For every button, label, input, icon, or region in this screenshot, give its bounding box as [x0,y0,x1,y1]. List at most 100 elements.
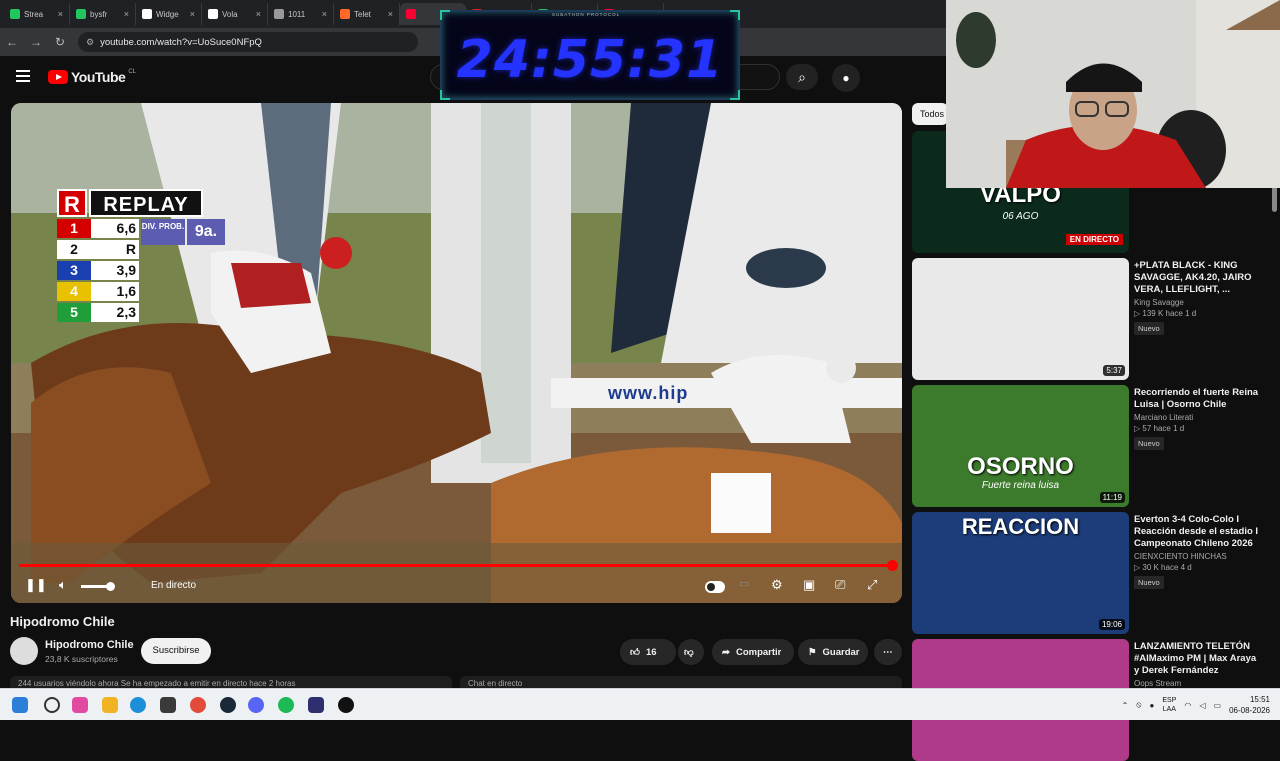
tab-close-icon[interactable]: × [58,9,63,19]
tab-close-icon[interactable]: × [388,9,393,19]
tab-favicon-icon [208,9,218,19]
obs-icon[interactable] [338,697,354,713]
timer-corner [730,90,740,100]
horse-number: 4 [57,282,91,301]
tab-close-icon[interactable]: × [190,9,195,19]
channel-avatar[interactable] [10,637,38,665]
description-box[interactable]: 244 usuarios viéndolo ahora Se ha empeza… [10,676,452,688]
player-controls: ❚❚ 🔈︎ En directo ▭ ⚙ ▣ ⎚ ⤢ [11,573,902,603]
video-title[interactable]: +PLATA BLACK - KING SAVAGGE, AK4.20, JAI… [1134,260,1260,296]
windows-taskbar: ⌃ ⦸ ● ESP LAA ◠ ◁ ▭ 15:51 06-08-2026 [0,688,1280,720]
subscribe-button[interactable]: Suscribirse [141,638,211,664]
live-label[interactable]: En directo [151,580,196,591]
cast-icon[interactable]: ⎚ [835,577,845,593]
discord-icon[interactable] [248,697,264,713]
video-player[interactable]: www.hip R REPLAY 1 6,6 2 R 3 3,9 4 1,6 5 2,3 DIV.… [11,103,902,603]
app-icon[interactable] [308,697,324,713]
store-icon[interactable] [160,697,176,713]
video-meta: LANZAMIENTO TELETÓN #AlMaximo PM | Max A… [1134,641,1260,688]
thumbnail-subtext: 06 AGO [1002,211,1039,222]
video-stats: ▷ 139 K hace 1 d [1134,309,1197,318]
steam-icon[interactable] [220,697,236,713]
save-button[interactable]: ⚑ Guardar [798,639,868,665]
youtube-logo[interactable]: YouTube CL [48,69,136,85]
horse-odds: 2,3 [91,303,139,322]
search-icon[interactable]: ⌕ [786,64,818,90]
live-badge: EN DIRECTO [1065,234,1123,245]
tray-mic-icon[interactable]: ● [1150,701,1155,710]
forward-icon[interactable]: → [24,35,48,49]
browser-tab[interactable]: bysfr × [70,3,136,25]
horse-odds: R [91,240,139,259]
address-bar[interactable]: ⚙ youtube.com/watch?v=UoSuce0NFpQ [78,32,418,52]
channel-name[interactable]: CIENXCIENTO HINCHAS [1134,552,1260,561]
progress-scrubber[interactable] [887,560,898,571]
fullscreen-icon[interactable]: ⤢ [867,577,877,593]
video-title[interactable]: LANZAMIENTO TELETÓN #AlMaximo PM | Max A… [1134,641,1260,677]
share-button[interactable]: ➦ Compartir [712,639,794,665]
autoplay-toggle[interactable] [705,581,725,593]
file-explorer-icon[interactable] [102,697,118,713]
search-icon[interactable] [44,697,60,713]
menu-icon[interactable] [16,70,30,82]
wifi-icon[interactable]: ◠ [1184,701,1191,710]
tray-chevron-icon[interactable]: ⌃ [1122,701,1129,710]
filter-chip-all[interactable]: Todos [912,103,948,125]
video-title[interactable]: Recorriendo el fuerte Reina Luisa | Osor… [1134,387,1260,411]
video-title[interactable]: Everton 3-4 Colo-Colo I Reacción desde e… [1134,514,1260,550]
channel-name[interactable]: King Savagge [1134,298,1260,307]
microphone-icon[interactable]: ● [832,64,860,92]
tab-close-icon[interactable]: × [322,9,327,19]
horse-number: 5 [57,303,91,322]
clock[interactable]: 15:51 06-08-2026 [1229,694,1270,716]
browser-tab[interactable]: 1011 × [268,3,334,25]
speaker-icon[interactable]: ◁ [1199,701,1205,710]
video-thumbnail[interactable]: REACCION 19:06 [912,512,1129,634]
reload-icon[interactable]: ↻ [48,35,72,49]
thumbs-down-icon: 👎︎ [684,647,694,658]
thumbnail-text: OSORNO [967,453,1074,480]
chrome-icon[interactable] [190,697,206,713]
edge-icon[interactable] [130,697,146,713]
battery-icon[interactable]: ▭ [1214,701,1222,710]
back-icon[interactable]: ← [0,35,24,49]
live-chat-panel[interactable]: Chat en directo [460,676,902,688]
volume-slider[interactable] [81,582,115,591]
video-thumbnail[interactable]: OSORNO Fuerte reina luisa 11:19 [912,385,1129,507]
scrollbar[interactable] [1272,186,1277,212]
channel-name[interactable]: Marciano Literati [1134,413,1260,422]
more-options-button[interactable]: ⋯ [874,639,902,665]
recommended-video[interactable]: 5:37 +PLATA BLACK - KING SAVAGGE, AK4.20,… [912,258,1262,380]
site-info-icon[interactable]: ⚙ [86,37,94,48]
volume-knob[interactable] [106,582,115,591]
tray-network-icon[interactable]: ⦸ [1136,700,1141,710]
language-indicator[interactable]: ESP LAA [1162,696,1176,714]
video-meta: +PLATA BLACK - KING SAVAGGE, AK4.20, JAI… [1134,260,1260,336]
spotify-icon[interactable] [278,697,294,713]
tab-close-icon[interactable]: × [124,9,129,19]
copilot-icon[interactable] [72,697,88,713]
tab-label: Strea [24,9,44,19]
channel-name[interactable]: Oops Stream [1134,679,1260,688]
windows-start-icon[interactable] [12,697,28,713]
video-frame [11,103,902,603]
subtitles-icon[interactable]: ▭ [739,577,749,590]
settings-icon[interactable]: ⚙ [771,577,783,593]
browser-tab[interactable]: Vola × [202,3,268,25]
video-thumbnail[interactable]: 5:37 [912,258,1129,380]
recommended-video[interactable]: LANZAMIENTO TELETÓN #AlMaximo PM | Max A… [912,639,1262,761]
dislike-button[interactable]: 👎︎ [678,639,704,665]
pause-icon[interactable]: ❚❚ [25,577,47,593]
like-button[interactable]: 👍︎ 16 [620,639,676,665]
miniplayer-icon[interactable]: ▣ [803,577,815,593]
browser-tab[interactable]: Telet × [334,3,400,25]
browser-tab[interactable]: Strea × [4,3,70,25]
webcam-overlay [946,0,1280,188]
tab-close-icon[interactable]: × [256,9,261,19]
progress-bar[interactable] [19,560,898,571]
channel-name[interactable]: Hipodromo Chile [45,639,134,651]
browser-tab[interactable]: Widge × [136,3,202,25]
volume-icon[interactable]: 🔈︎ [59,577,67,593]
recommended-video[interactable]: OSORNO Fuerte reina luisa 11:19 Recorriendo… [912,385,1262,507]
recommended-video[interactable]: REACCION 19:06 Everton 3-4 Colo-Colo I Rea… [912,512,1262,634]
